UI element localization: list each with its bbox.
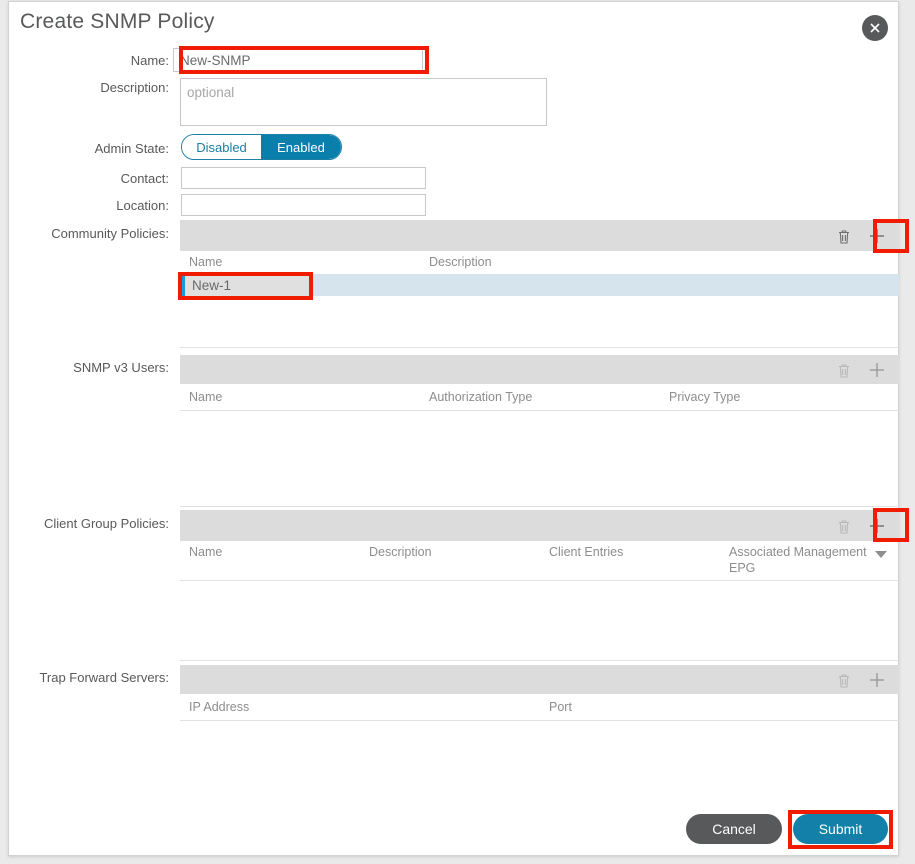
snmp-v3-column-authorization-type: Authorization Type	[429, 390, 533, 404]
trap-column-ip-address: IP Address	[189, 700, 250, 714]
plus-icon[interactable]	[864, 667, 890, 693]
community-row-name-cell[interactable]: New-1	[181, 274, 311, 296]
location-input[interactable]	[181, 194, 426, 216]
divider	[180, 580, 899, 581]
chevron-down-icon[interactable]	[875, 546, 887, 564]
create-snmp-policy-dialog: Create SNMP Policy Name: Description: Ad…	[8, 1, 909, 856]
admin-state-label: Admin State:	[94, 141, 169, 156]
client-group-column-description: Description	[369, 545, 432, 559]
trap-forward-servers-label: Trap Forward Servers:	[39, 670, 169, 685]
trash-icon[interactable]	[831, 357, 857, 383]
client-group-policies-label: Client Group Policies:	[44, 516, 169, 531]
name-input[interactable]	[173, 48, 423, 72]
client-group-column-name: Name	[189, 545, 223, 559]
trash-icon[interactable]	[831, 513, 857, 539]
submit-button[interactable]: Submit	[793, 814, 888, 844]
trash-icon[interactable]	[831, 667, 857, 693]
client-group-policies-toolbar	[180, 510, 899, 541]
cancel-button[interactable]: Cancel	[686, 814, 782, 844]
community-policies-toolbar	[180, 220, 899, 251]
contact-input[interactable]	[181, 167, 426, 189]
description-label: Description:	[100, 80, 169, 95]
trap-forward-servers-toolbar	[180, 665, 899, 694]
snmp-v3-users-label: SNMP v3 Users:	[73, 360, 169, 375]
admin-state-option-disabled[interactable]: Disabled	[182, 135, 261, 159]
snmp-v3-column-privacy-type: Privacy Type	[669, 390, 741, 404]
divider	[180, 347, 899, 348]
admin-state-toggle[interactable]: Disabled Enabled	[181, 134, 342, 160]
community-column-description: Description	[429, 255, 492, 269]
plus-icon[interactable]	[864, 357, 890, 383]
community-policies-label: Community Policies:	[51, 226, 169, 241]
divider	[180, 410, 899, 411]
admin-state-option-enabled[interactable]: Enabled	[261, 135, 341, 159]
contact-label: Contact:	[120, 171, 169, 186]
snmp-v3-users-toolbar	[180, 355, 899, 384]
client-group-column-client-entries: Client Entries	[549, 545, 624, 559]
divider	[180, 720, 899, 721]
plus-icon[interactable]	[864, 223, 890, 249]
close-icon[interactable]	[862, 15, 888, 41]
name-label: Name:	[130, 53, 169, 68]
location-label: Location:	[116, 198, 169, 213]
trap-column-port: Port	[549, 700, 572, 714]
screen: Create SNMP Policy Name: Description: Ad…	[0, 0, 915, 864]
plus-icon[interactable]	[864, 513, 890, 539]
client-group-column-associated-management-epg: Associated Management EPG	[729, 545, 867, 575]
description-textarea[interactable]	[180, 78, 547, 126]
page-title: Create SNMP Policy	[20, 10, 215, 33]
divider	[180, 660, 899, 661]
divider	[180, 506, 899, 507]
snmp-v3-column-name: Name	[189, 390, 223, 404]
trash-icon[interactable]	[831, 223, 857, 249]
community-column-name: Name	[189, 255, 223, 269]
